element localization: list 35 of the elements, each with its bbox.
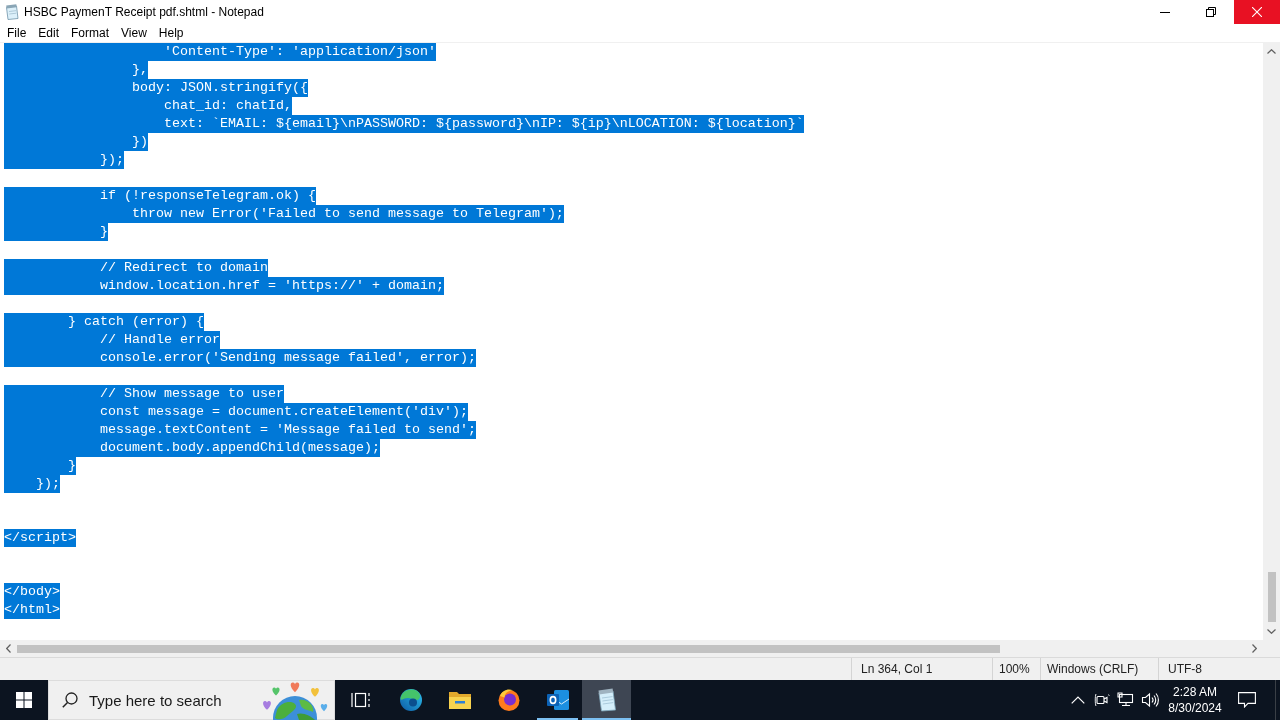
scrollbar-thumb[interactable] — [1267, 572, 1276, 622]
chevron-right-icon[interactable] — [1252, 644, 1257, 653]
folder-icon — [447, 690, 472, 710]
mail-tile-icon — [545, 689, 570, 711]
menu-item[interactable]: Help — [152, 25, 190, 41]
wired-network-icon[interactable] — [1117, 692, 1135, 708]
video-camera-icon[interactable] — [1094, 692, 1110, 708]
cursor-position: Ln 364, Col 1 — [861, 662, 933, 676]
encoding: UTF-8 — [1168, 662, 1202, 676]
speaker-icon[interactable] — [1141, 692, 1159, 708]
notepad-icon — [4, 4, 20, 20]
windows-logo-icon[interactable] — [16, 692, 32, 708]
menu-item[interactable]: Format — [65, 25, 116, 41]
close-icon — [1252, 7, 1262, 17]
search-input[interactable]: Type here to search — [89, 691, 239, 709]
swirl-icon — [398, 688, 423, 712]
line-ending: Windows (CRLF) — [1047, 662, 1139, 676]
restore-icon[interactable] — [1206, 7, 1216, 17]
menu-item[interactable]: File — [1, 25, 33, 41]
speech-bubble-icon[interactable] — [1238, 692, 1256, 708]
menu-item[interactable]: Edit — [32, 25, 66, 41]
window-title: HSBC PaymenT Receipt pdf.shtml - Notepad — [24, 5, 264, 19]
search-bar[interactable]: Type here to search — [48, 680, 335, 720]
taskbar-button[interactable] — [582, 680, 631, 720]
minimize-icon[interactable] — [1160, 11, 1170, 13]
flame-globe-icon — [496, 688, 521, 712]
chevron-down-icon[interactable] — [1267, 629, 1276, 634]
menu-item[interactable]: View — [115, 25, 153, 41]
clock-time[interactable]: 2:28 AM — [1173, 684, 1217, 700]
chevron-left-icon[interactable] — [6, 644, 11, 653]
scrollbar-thumb[interactable] — [17, 644, 1000, 653]
zoom-level: 100% — [999, 662, 1030, 676]
clock-date[interactable]: 8/30/2024 — [1168, 700, 1222, 716]
task-view-icon[interactable] — [350, 691, 371, 709]
search-icon — [62, 692, 78, 708]
